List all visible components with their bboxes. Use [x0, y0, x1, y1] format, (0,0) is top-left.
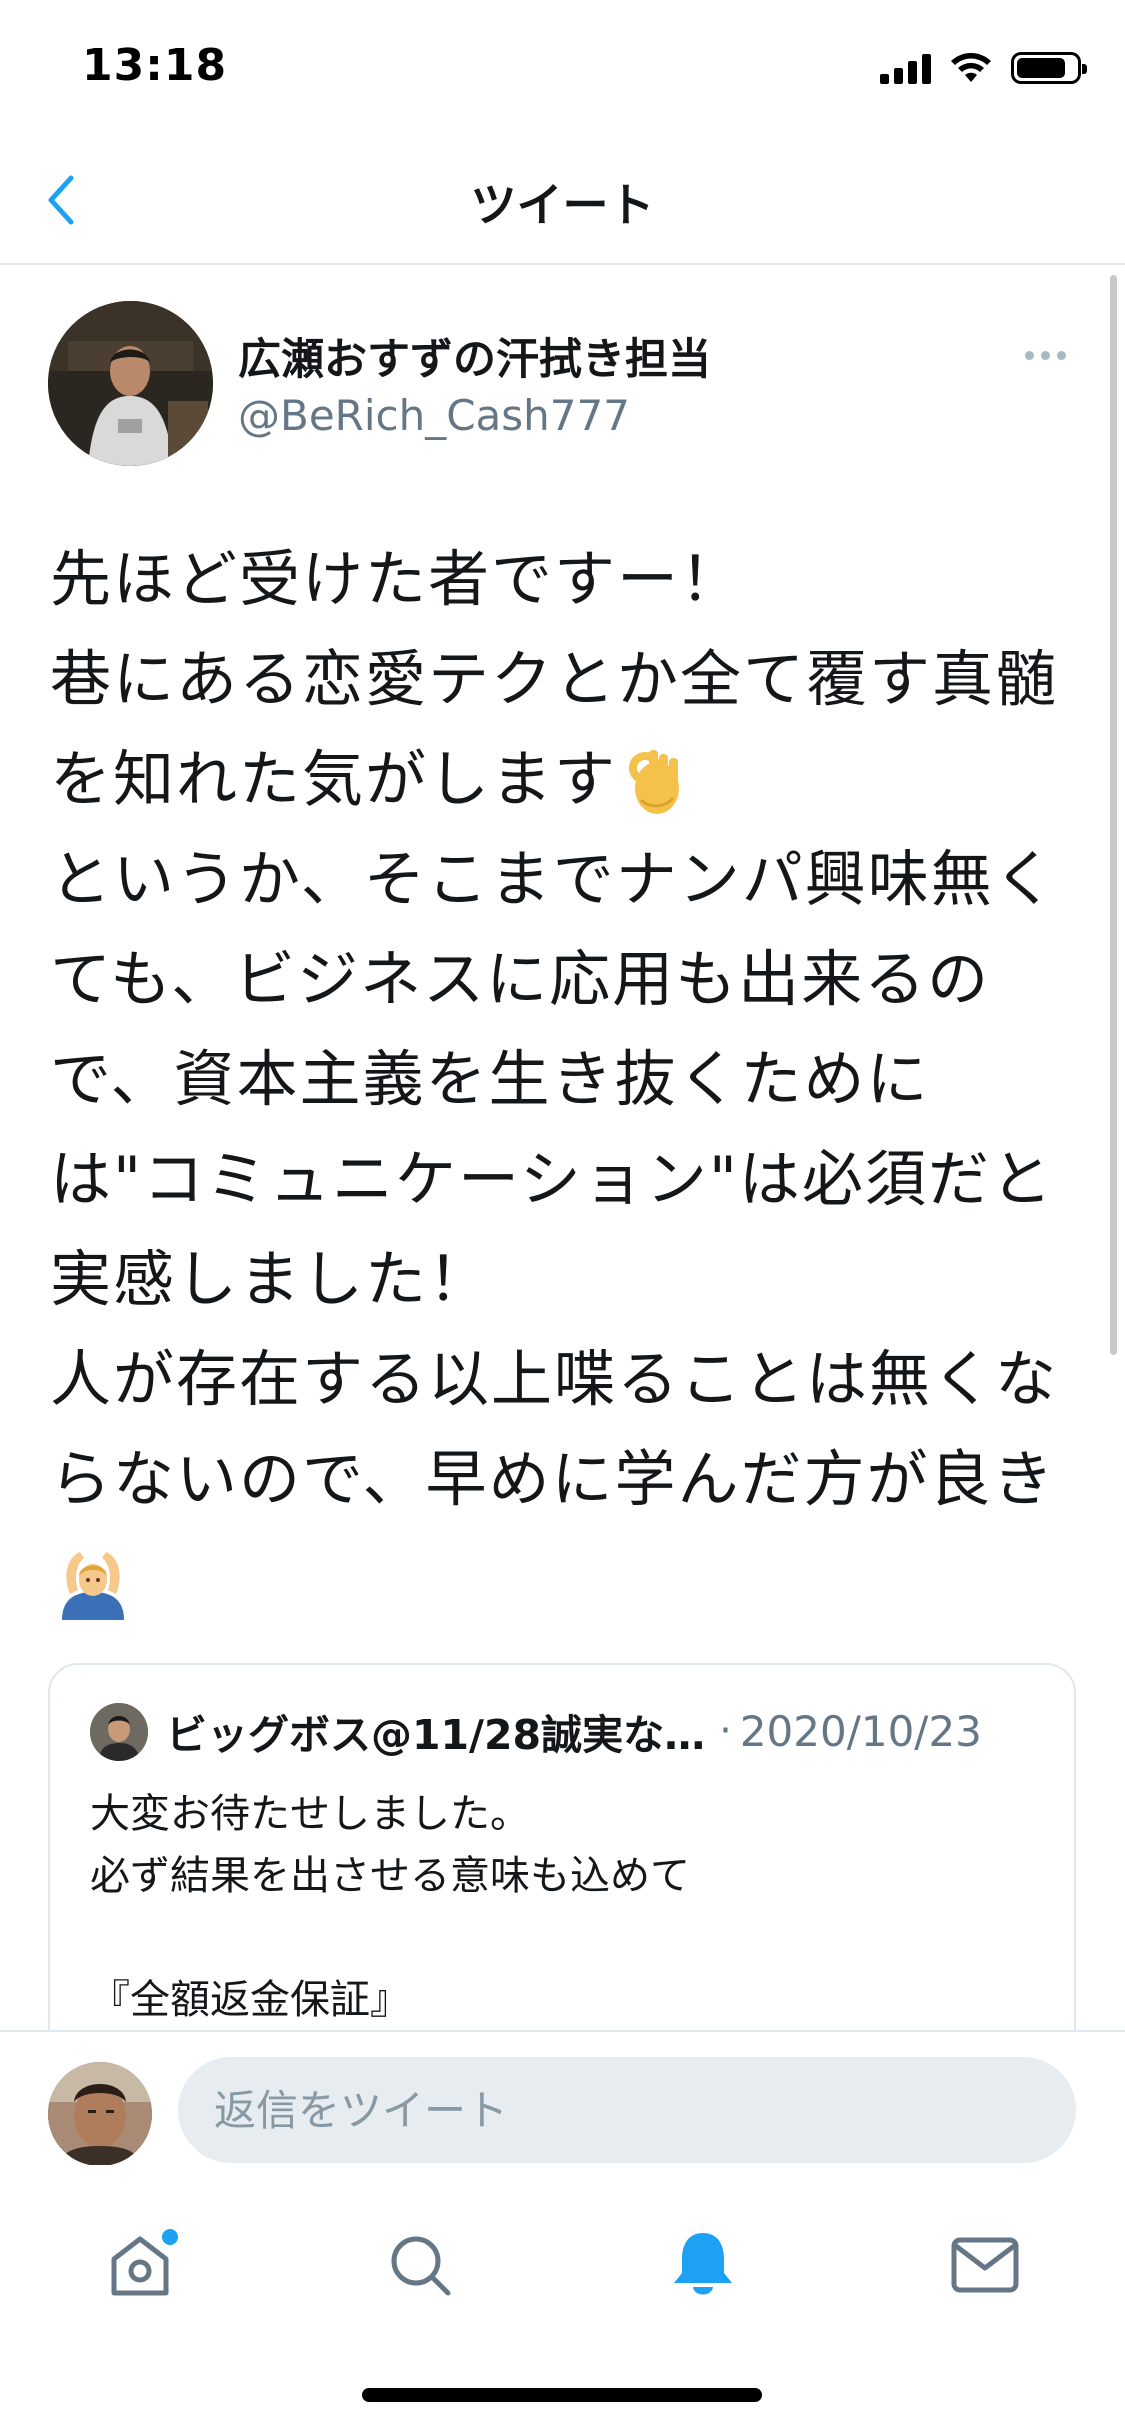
quoted-tweet-header: ビッグボス@11/28誠実な… · 2020/10/23 [166, 1701, 1056, 1761]
tab-messages[interactable] [940, 2220, 1030, 2310]
tab-home[interactable] [95, 2220, 185, 2310]
more-dot-icon [1040, 350, 1050, 360]
more-options-button[interactable] [1020, 345, 1070, 365]
quoted-tweet-text: 大変お待たせしました。 必ず結果を出させる意味も込めて 『全額返金保証』 [90, 1791, 690, 2023]
tweet-text-part-1: 先ほど受けた者ですー！ 巷にある恋愛テクとか全て覆す真髄を知れた気がします [50, 544, 1059, 815]
status-icons [880, 48, 1087, 88]
quoted-author-name: ビッグボス@11/28誠実な… [166, 1711, 706, 1759]
mail-icon [951, 2237, 1019, 2293]
quoted-separator: · [719, 1708, 732, 1754]
battery-icon [1011, 52, 1087, 84]
quoted-tweet-date: 2020/10/23 [739, 1706, 982, 1756]
status-time: 13:18 [82, 40, 228, 91]
quoted-author-avatar [90, 1703, 148, 1761]
reply-input[interactable] [178, 2057, 1076, 2163]
person-gesturing-ok-emoji [62, 1552, 124, 1621]
tab-search[interactable] [375, 2220, 465, 2310]
notification-badge [162, 2229, 178, 2245]
home-icon [111, 2229, 178, 2296]
quoted-tweet[interactable]: ビッグボス@11/28誠実な… · 2020/10/23 大変お待たせしました。… [48, 1663, 1076, 2030]
scrollbar[interactable] [1110, 275, 1117, 1355]
author-name[interactable]: 広瀬おすずの汗拭き担当 [238, 325, 711, 387]
cellular-signal-icon [880, 52, 931, 84]
status-bar: 13:18 [0, 0, 1125, 135]
user-avatar[interactable] [48, 2062, 152, 2166]
page-title: ツイート [470, 178, 655, 232]
author-avatar[interactable] [48, 301, 213, 466]
search-icon [391, 2236, 451, 2296]
nav-bar: ツイート [0, 135, 1125, 265]
wifi-icon [951, 53, 991, 82]
more-dot-icon [1024, 350, 1034, 360]
bell-icon [674, 2233, 732, 2295]
tweet-detail[interactable]: 広瀬おすずの汗拭き担当 @BeRich_Cash777 先ほど受けた者ですー！ … [0, 265, 1125, 2030]
tweet-text-part-2: というか、そこまでナンパ興味無くても、ビジネスに応用も出来るので、資本主義を生き… [50, 844, 1059, 1515]
reply-bar [0, 2030, 1125, 2166]
ok-hand-emoji [629, 750, 680, 815]
tab-notifications[interactable] [658, 2220, 748, 2310]
more-dot-icon [1056, 350, 1066, 360]
home-indicator[interactable] [362, 2388, 762, 2402]
tweet-body: 先ほど受けた者ですー！ 巷にある恋愛テクとか全て覆す真髄を知れた気がします とい… [50, 530, 1080, 1630]
author-handle[interactable]: @BeRich_Cash777 [238, 391, 630, 440]
